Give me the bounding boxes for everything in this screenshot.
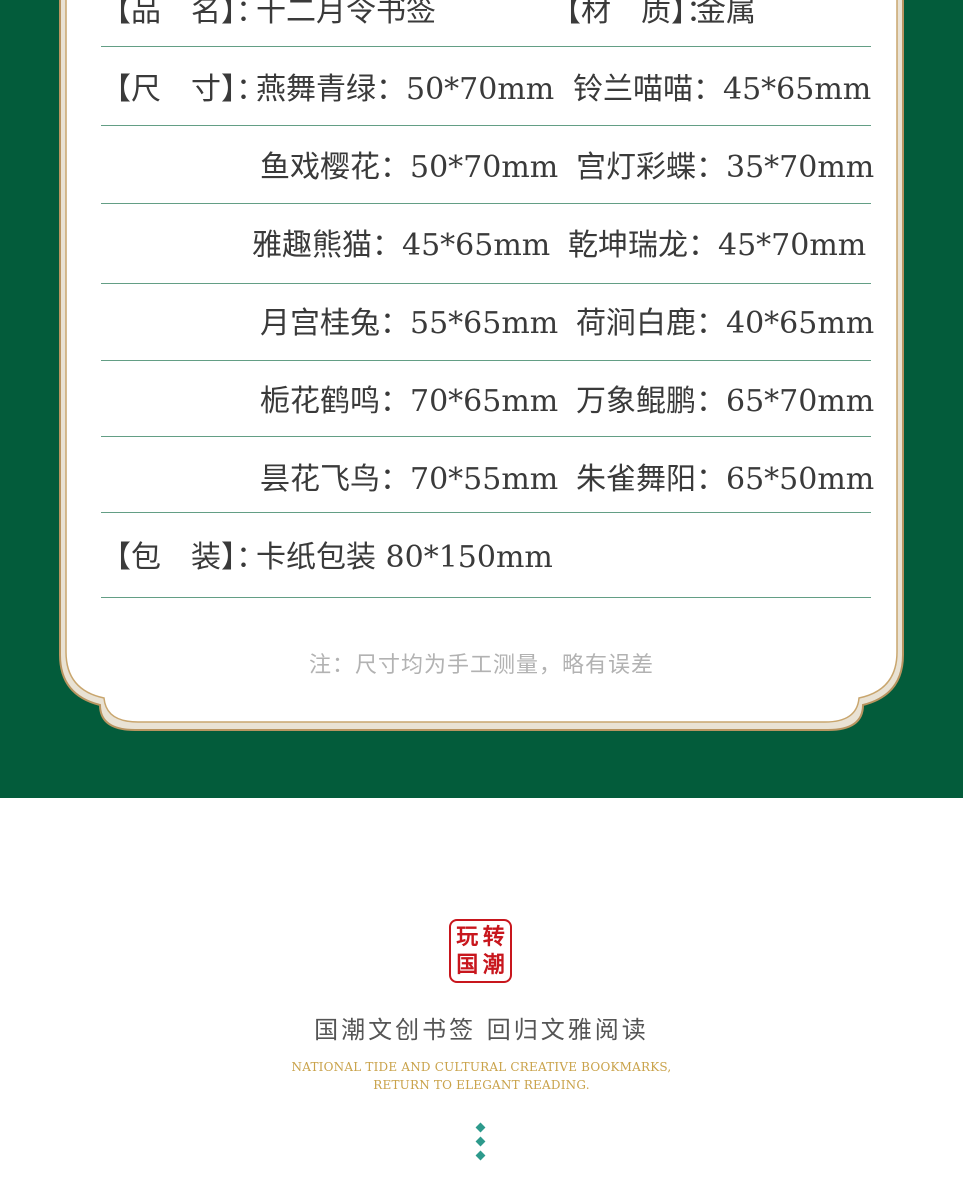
scroll-dots-icon — [475, 1122, 486, 1166]
dot — [475, 1150, 486, 1161]
divider — [101, 125, 871, 126]
seal-char: 潮 — [482, 952, 505, 978]
slogan-english-line: RETURN TO ELEGANT READING. — [373, 1078, 590, 1092]
packaging-value: 卡纸包装 80*150mm — [256, 540, 553, 575]
divider — [101, 597, 871, 598]
slogan-chinese: 国潮文创书签 回归文雅阅读 — [314, 1016, 649, 1044]
divider — [101, 46, 871, 47]
size-item: 荷涧白鹿：40*65mm — [576, 306, 875, 341]
seal-char: 国 — [456, 952, 479, 978]
material-key: 【材 质】： — [551, 0, 716, 29]
size-item: 宫灯彩蝶：35*70mm — [576, 150, 875, 185]
name-value: 十二月令书签 — [256, 0, 436, 29]
size-item: 燕舞青绿：50*70mm — [256, 72, 555, 107]
size-item: 雅趣熊猫：45*65mm — [252, 228, 551, 263]
seal-char: 转 — [482, 924, 505, 950]
divider — [101, 203, 871, 204]
name-key: 【品 名】： — [101, 0, 266, 29]
size-item: 栀花鹤鸣：70*65mm — [260, 384, 559, 419]
size-item: 鱼戏樱花：50*70mm — [260, 150, 559, 185]
slogan-english-line: NATIONAL TIDE AND CULTURAL CREATIVE BOOK… — [291, 1060, 672, 1074]
size-item: 铃兰喵喵：45*65mm — [573, 72, 872, 107]
seal-char: 玩 — [456, 924, 479, 950]
size-item: 乾坤瑞龙：45*70mm — [568, 228, 867, 263]
seal-stamp: 玩 转 国 潮 — [449, 919, 512, 983]
size-item: 月宫桂兔：55*65mm — [260, 306, 559, 341]
divider — [101, 512, 871, 513]
slogan-english: NATIONAL TIDE AND CULTURAL CREATIVE BOOK… — [0, 1058, 963, 1094]
material-value: 金属 — [696, 0, 756, 29]
measurement-note: 注：尺寸均为手工测量，略有误差 — [308, 653, 654, 678]
size-item: 万象鲲鹏：65*70mm — [576, 384, 875, 419]
divider — [101, 283, 871, 284]
divider — [101, 436, 871, 437]
size-item: 昙花飞鸟：70*55mm — [260, 462, 559, 497]
size-key: 【尺 寸】： — [101, 72, 266, 107]
packaging-key: 【包 装】： — [101, 540, 266, 575]
dot — [475, 1122, 486, 1133]
divider — [101, 360, 871, 361]
dot — [475, 1136, 486, 1147]
size-item: 朱雀舞阳：65*50mm — [576, 462, 875, 497]
